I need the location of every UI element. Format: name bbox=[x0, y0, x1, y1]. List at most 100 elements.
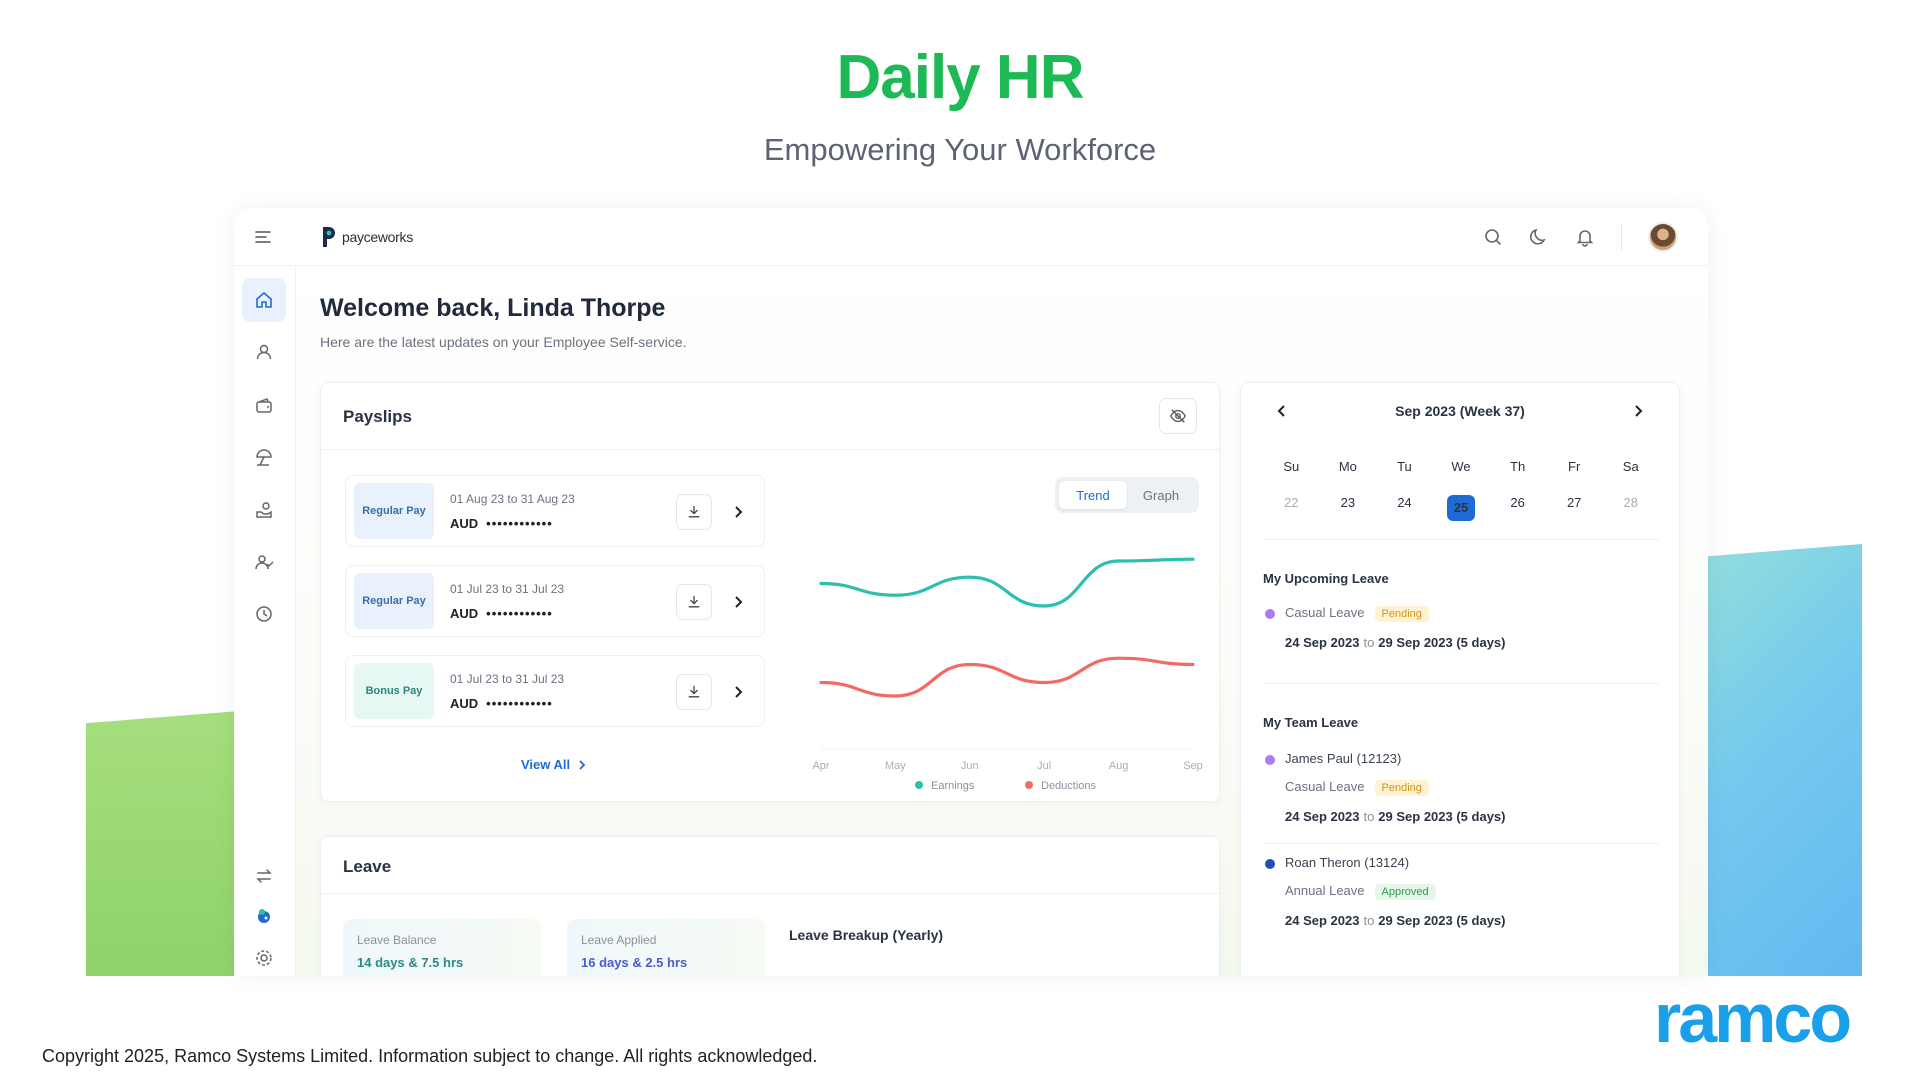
calendar-date-today[interactable]: 25 bbox=[1433, 495, 1490, 521]
weekday: We bbox=[1451, 459, 1471, 474]
x-tick-label: Jun bbox=[961, 760, 979, 772]
calendar-date[interactable]: 26 bbox=[1489, 495, 1546, 521]
sidebar-item-holiday[interactable] bbox=[242, 436, 286, 480]
team-check-icon bbox=[255, 555, 274, 570]
calendar-date[interactable]: 27 bbox=[1546, 495, 1603, 521]
hand-coins-icon bbox=[256, 502, 272, 518]
leave-card: Leave Leave Balance 14 days & 7.5 hrs Le… bbox=[320, 836, 1220, 976]
sidebar-item-home[interactable] bbox=[242, 278, 286, 322]
topbar: payceworks bbox=[234, 208, 1708, 266]
chart-view-toggle: Trend Graph bbox=[1055, 477, 1199, 513]
x-tick-label: Jul bbox=[1037, 760, 1051, 772]
payslip-row[interactable]: Bonus Pay 01 Jul 23 to 31 Jul 23 AUD ••••… bbox=[345, 655, 765, 727]
weekday: Su bbox=[1283, 459, 1300, 474]
payslip-period: 01 Aug 23 to 31 Aug 23 bbox=[450, 492, 575, 506]
calendar-date[interactable]: 24 bbox=[1376, 495, 1433, 521]
weekday: Th bbox=[1510, 459, 1526, 474]
moon-icon[interactable] bbox=[1529, 227, 1549, 247]
gear-icon bbox=[256, 950, 272, 966]
team-leave-type: Annual Leave Approved bbox=[1285, 883, 1436, 900]
sidebar-item-time[interactable] bbox=[242, 592, 286, 636]
x-tick-label: Aug bbox=[1109, 760, 1129, 772]
legend-label: Deductions bbox=[1041, 780, 1097, 792]
sidebar-item-wallet[interactable] bbox=[242, 384, 286, 428]
logo[interactable]: payceworks bbox=[320, 224, 413, 250]
search-icon[interactable] bbox=[1483, 227, 1503, 247]
team-leave-title: My Team Leave bbox=[1263, 715, 1359, 730]
team-member-name[interactable]: Roan Theron (13124) bbox=[1285, 855, 1409, 870]
payslip-row[interactable]: Regular Pay 01 Aug 23 to 31 Aug 23 AUD ••… bbox=[345, 475, 765, 547]
payslips-title: Payslips bbox=[343, 407, 412, 426]
card-divider bbox=[321, 893, 1219, 894]
calendar-dates: 22 23 24 25 26 27 28 bbox=[1263, 495, 1659, 521]
payceworks-logo-icon bbox=[323, 227, 335, 247]
wallet-icon bbox=[256, 398, 272, 413]
chevron-right-icon bbox=[579, 759, 586, 770]
status-badge: Approved bbox=[1374, 884, 1436, 900]
view-all-link[interactable]: View All bbox=[521, 757, 586, 772]
calendar-date[interactable]: 23 bbox=[1320, 495, 1377, 521]
leave-dot bbox=[1265, 755, 1275, 765]
series-line-deductions bbox=[819, 656, 1195, 698]
toggle-graph[interactable]: Graph bbox=[1127, 481, 1195, 509]
open-payslip-button[interactable] bbox=[730, 682, 748, 702]
welcome-subtitle: Here are the latest updates on your Empl… bbox=[320, 334, 687, 350]
sidebar-item-settings[interactable] bbox=[242, 936, 286, 976]
download-icon bbox=[688, 595, 700, 608]
calendar-weekdays: Su Mo Tu We Th Fr Sa bbox=[1263, 459, 1659, 474]
download-icon bbox=[688, 685, 700, 698]
download-button[interactable] bbox=[676, 674, 712, 710]
team-leave-range: 24 Sep 2023 to 29 Sep 2023 (5 days) bbox=[1285, 913, 1506, 928]
sidebar-item-team[interactable] bbox=[242, 540, 286, 584]
leave-title: Leave bbox=[343, 857, 392, 876]
weekday: Mo bbox=[1338, 459, 1357, 474]
topbar-actions bbox=[1483, 222, 1678, 252]
leave-balance-box: Leave Balance 14 days & 7.5 hrs bbox=[343, 919, 541, 976]
bell-icon[interactable] bbox=[1575, 227, 1595, 247]
leave-dot bbox=[1265, 609, 1275, 619]
sidebar-item-switch[interactable] bbox=[242, 854, 286, 898]
open-payslip-button[interactable] bbox=[730, 502, 748, 522]
chevron-right-icon[interactable] bbox=[1631, 403, 1645, 419]
calendar-divider bbox=[1263, 539, 1659, 540]
payslips-card: Payslips Regular Pay 01 Aug 23 to 31 Aug… bbox=[320, 382, 1220, 802]
payslip-row[interactable]: Regular Pay 01 Jul 23 to 31 Jul 23 AUD ••… bbox=[345, 565, 765, 637]
sidebar-item-profile[interactable] bbox=[242, 330, 286, 374]
team-member-name[interactable]: James Paul (12123) bbox=[1285, 751, 1401, 766]
logo-text: payceworks bbox=[342, 229, 413, 245]
payslip-amount: AUD •••••••••••• bbox=[450, 696, 553, 711]
chatbot-icon bbox=[258, 909, 270, 923]
avatar[interactable] bbox=[1648, 222, 1678, 252]
trend-chart: Apr May Jun Jul Aug Sep Earnings Deductions bbox=[812, 557, 1203, 792]
upcoming-leave-type: Casual Leave Pending bbox=[1285, 605, 1429, 622]
x-tick-label: May bbox=[885, 760, 906, 772]
download-button[interactable] bbox=[676, 494, 712, 530]
x-tick-label: Apr bbox=[812, 760, 829, 772]
sidebar-item-assistant[interactable] bbox=[242, 894, 286, 938]
view-all-label: View All bbox=[521, 757, 571, 772]
ramco-logo: ramco bbox=[1654, 979, 1852, 1057]
calendar-date[interactable]: 28 bbox=[1602, 495, 1659, 521]
sidebar bbox=[234, 266, 296, 976]
weekday: Fr bbox=[1568, 459, 1581, 474]
open-payslip-button[interactable] bbox=[730, 592, 748, 612]
team-leave-range: 24 Sep 2023 to 29 Sep 2023 (5 days) bbox=[1285, 809, 1506, 824]
payslip-type-badge: Bonus Pay bbox=[354, 663, 434, 719]
sidebar-item-benefits[interactable] bbox=[242, 488, 286, 532]
leave-breakup-title: Leave Breakup (Yearly) bbox=[789, 927, 944, 943]
menu-icon[interactable] bbox=[254, 228, 272, 246]
toggle-trend[interactable]: Trend bbox=[1059, 481, 1127, 509]
payslip-type-badge: Regular Pay bbox=[354, 483, 434, 539]
topbar-divider bbox=[1621, 224, 1622, 250]
chevron-right-icon bbox=[735, 506, 743, 518]
calendar-date[interactable]: 22 bbox=[1263, 495, 1320, 521]
payslip-type-badge: Regular Pay bbox=[354, 573, 434, 629]
clock-icon bbox=[256, 606, 272, 622]
weekday: Sa bbox=[1622, 459, 1639, 474]
payslip-amount: AUD •••••••••••• bbox=[450, 606, 553, 621]
calendar-divider bbox=[1263, 843, 1659, 844]
download-button[interactable] bbox=[676, 584, 712, 620]
hide-amounts-button[interactable] bbox=[1159, 398, 1197, 434]
leave-balance-value: 14 days & 7.5 hrs bbox=[357, 955, 464, 970]
leave-applied-box: Leave Applied 16 days & 2.5 hrs bbox=[567, 919, 765, 976]
